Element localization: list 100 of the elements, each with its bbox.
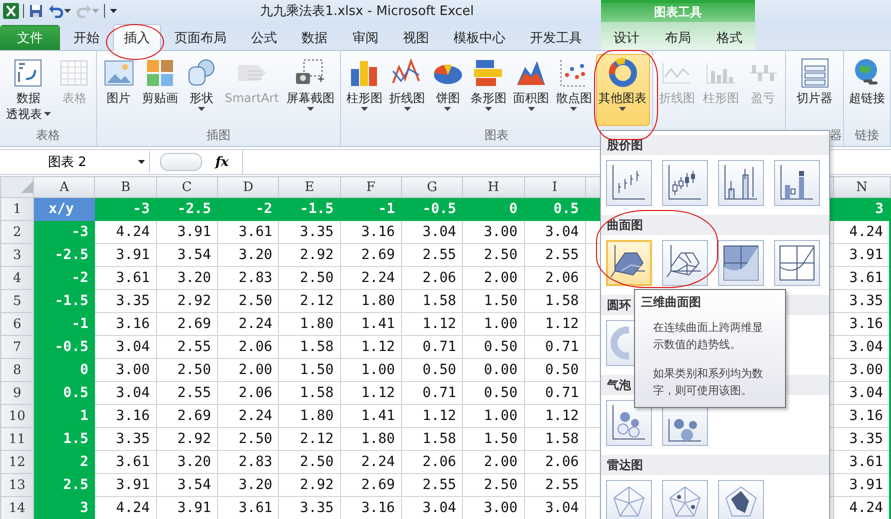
ribbon-button[interactable]: 其他图表	[596, 54, 650, 126]
ribbon-button[interactable]: 面积图	[510, 54, 552, 126]
table-cell: 3.04	[834, 336, 890, 358]
row-header[interactable]: 11	[0, 428, 34, 450]
chart-type-option[interactable]	[718, 160, 764, 206]
quick-access-button[interactable]	[28, 4, 44, 18]
ribbon-button[interactable]: 饼图	[428, 54, 467, 126]
ribbon-button[interactable]: 超链接	[846, 54, 888, 126]
ribbon-tab[interactable]: 公式	[240, 25, 288, 50]
table-cell: 2.92	[156, 428, 218, 450]
ribbon-tab[interactable]: 开发工具	[518, 25, 593, 50]
ribbon-tab[interactable]: 布局	[654, 25, 702, 50]
group-label: 插图	[206, 127, 230, 144]
table-cell: 3.04	[401, 220, 463, 244]
chart-type-option[interactable]	[606, 160, 652, 206]
ribbon-button[interactable]: 条形图	[467, 54, 510, 126]
table-cell: -3	[34, 220, 95, 244]
row-header[interactable]: 8	[0, 358, 34, 382]
row-header[interactable]: 10	[0, 404, 34, 428]
chart-type-option[interactable]	[774, 240, 820, 286]
row-header[interactable]: 6	[0, 312, 34, 336]
ribbon-tab[interactable]: 格式	[705, 25, 754, 50]
caret-icon	[110, 9, 117, 13]
ribbon-button[interactable]: 屏幕截图	[283, 54, 338, 126]
ribbon-tab[interactable]: 设计	[602, 25, 651, 50]
ribbon-button[interactable]: 数据 透视表	[2, 54, 54, 126]
ribbon-button[interactable]: 剪贴画	[139, 54, 182, 126]
menu-section-header: 雷达图	[601, 455, 829, 475]
table-cell: 2.50	[278, 450, 340, 474]
column-header[interactable]: E	[278, 176, 340, 198]
row-header[interactable]: 7	[0, 336, 34, 358]
name-box[interactable]: 图表 2	[0, 151, 150, 173]
row-header[interactable]: 3	[0, 244, 34, 266]
table-cell: 2.06	[218, 336, 279, 358]
table-cell: 3.91	[94, 244, 156, 266]
column-header[interactable]: B	[94, 176, 156, 198]
table-cell: 2.50	[218, 428, 279, 450]
quick-access-button[interactable]	[48, 4, 72, 18]
table-cell: 2.92	[156, 290, 218, 312]
column-header[interactable]: F	[340, 176, 402, 198]
chart-type-option[interactable]	[718, 480, 764, 519]
column-header[interactable]: H	[462, 176, 524, 198]
ribbon-button[interactable]: 形状	[182, 54, 220, 126]
ribbon-button[interactable]: 柱形图	[343, 54, 386, 126]
row-header[interactable]: 1	[0, 198, 34, 220]
row-header[interactable]: 9	[0, 382, 34, 404]
ribbon-tab[interactable]: 模板中心	[442, 25, 516, 50]
select-all-triangle-icon	[21, 181, 34, 193]
chart-type-option[interactable]	[662, 160, 708, 206]
row-header[interactable]: 2	[0, 220, 34, 244]
ribbon-button[interactable]: 图片	[100, 54, 138, 126]
chart-type-option[interactable]	[606, 240, 652, 286]
chart-type-option[interactable]	[606, 400, 652, 446]
column-header[interactable]: I	[524, 176, 586, 198]
table-cell: 0.50	[401, 358, 463, 382]
table-cell: 1.12	[340, 382, 402, 404]
table-cell: 2.69	[156, 312, 218, 336]
ribbon-tab[interactable]: 文件	[0, 25, 60, 50]
table-cell: 1.58	[524, 428, 586, 450]
row-header[interactable]: 14	[0, 496, 34, 519]
table-cell: 3.04	[834, 382, 890, 404]
ribbon-tab[interactable]: 视图	[392, 25, 440, 50]
group-label: 链接	[855, 127, 879, 144]
splitter-handle[interactable]	[160, 153, 202, 171]
row-header[interactable]: 4	[0, 266, 34, 290]
table-cell: 2.24	[340, 266, 402, 290]
row-header[interactable]: 5	[0, 290, 34, 312]
chart-type-option[interactable]	[774, 160, 820, 206]
table-cell: -2.5	[34, 244, 95, 266]
table-cell: -2	[34, 266, 95, 290]
contour-chart-icon	[721, 243, 761, 283]
row-header[interactable]: 12	[0, 450, 34, 474]
chart-type-option[interactable]	[718, 240, 764, 286]
table-cell: -1	[340, 198, 402, 220]
row-header[interactable]: 13	[0, 474, 34, 496]
ribbon-button[interactable]: 折线图	[386, 54, 428, 126]
insert-function-button[interactable]: fx	[202, 154, 242, 170]
ribbon-tab[interactable]: 数据	[290, 25, 339, 50]
table-cell: 2.06	[524, 266, 586, 290]
ribbon-button[interactable]: 散点图	[552, 54, 595, 126]
ribbon-tab[interactable]: 插入	[113, 24, 162, 51]
table-cell: 1.58	[278, 382, 340, 404]
table-cell: 3.20	[156, 266, 218, 290]
table-cell: 3.16	[94, 312, 156, 336]
column-header[interactable]: C	[156, 176, 218, 198]
ribbon-tab[interactable]: 页面布局	[164, 25, 238, 50]
ribbon-tab[interactable]: 开始	[62, 25, 111, 50]
column-header[interactable]: G	[401, 176, 463, 198]
chart-type-option[interactable]	[662, 240, 708, 286]
table-cell: 1.00	[340, 358, 402, 382]
column-header[interactable]: A	[34, 176, 95, 198]
customize-toolbar-button[interactable]	[109, 9, 118, 13]
table-cell: 0.71	[401, 382, 463, 404]
column-header[interactable]: N	[834, 176, 890, 198]
table-cell: 2.69	[156, 404, 218, 428]
table-cell: 3.35	[834, 428, 890, 450]
table-cell: 3.54	[156, 244, 218, 266]
column-header[interactable]: D	[218, 176, 279, 198]
ribbon-button[interactable]: 切片器	[794, 54, 836, 126]
ribbon-tab[interactable]: 审阅	[341, 25, 390, 50]
